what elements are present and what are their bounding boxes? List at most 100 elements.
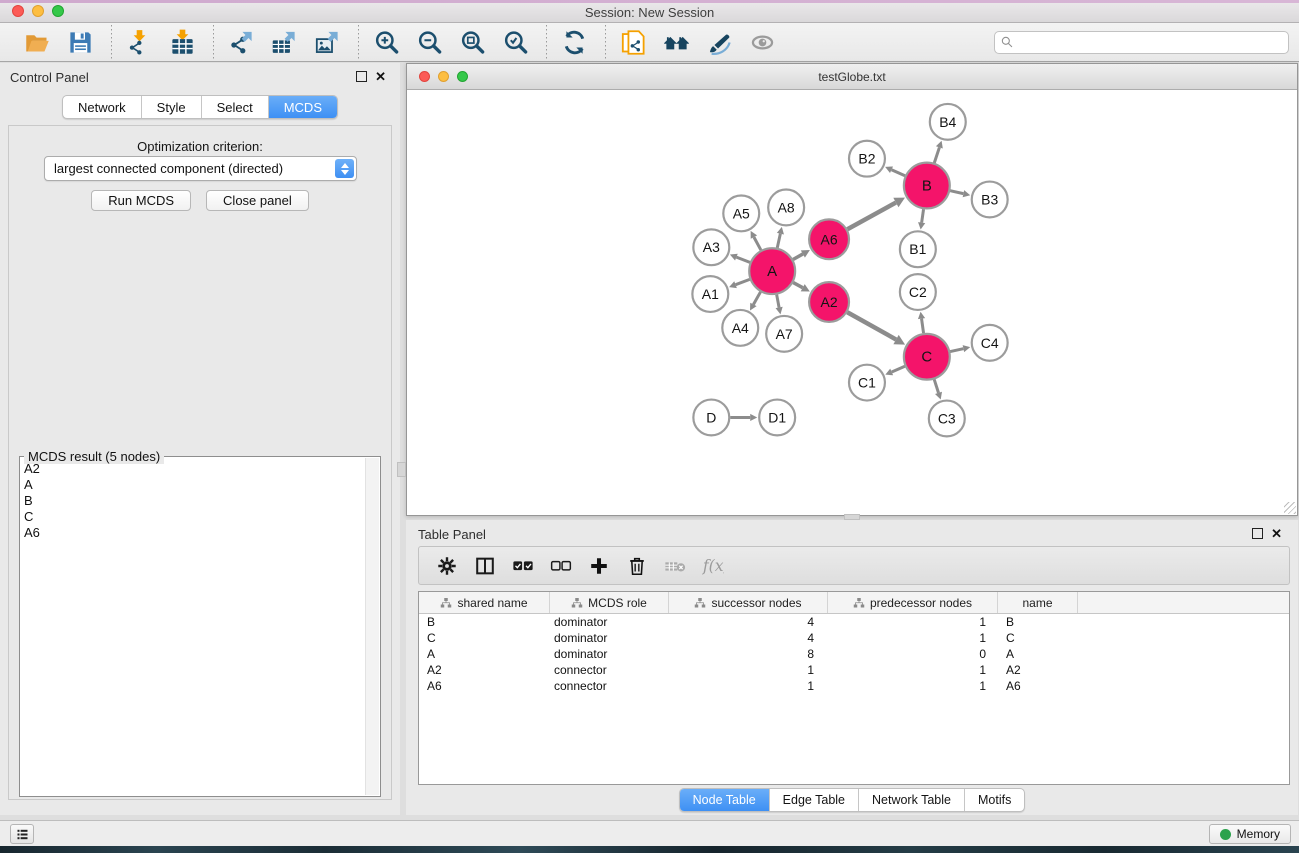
- node-label-B4: B4: [939, 114, 956, 130]
- memory-button[interactable]: Memory: [1209, 824, 1291, 844]
- arrowhead-icon: [963, 345, 971, 352]
- birds-eye-button[interactable]: [747, 26, 777, 58]
- export-table-button[interactable]: [269, 26, 299, 58]
- zoom-selected-button[interactable]: [500, 26, 530, 58]
- node-label-B: B: [922, 178, 932, 195]
- node-label-A8: A8: [778, 199, 795, 215]
- network-graph[interactable]: B4B2BB3A5A8A6A3B1AC2A1A2A4A7C4CC1C3DD1: [408, 90, 1296, 514]
- tab-network[interactable]: Network: [63, 96, 141, 118]
- edge-B-B1[interactable]: [922, 209, 924, 222]
- open-session-button[interactable]: [22, 26, 52, 58]
- tab-select[interactable]: Select: [201, 96, 268, 118]
- chevron-down-icon: [341, 170, 349, 175]
- float-table-panel-icon[interactable]: [1252, 528, 1263, 539]
- edge-A6-B[interactable]: [847, 203, 895, 230]
- deselect-all-checkboxes-button[interactable]: [549, 554, 573, 578]
- column-header-predecessor-nodes[interactable]: predecessor nodes: [828, 592, 998, 613]
- edge-C-C1[interactable]: [892, 366, 905, 372]
- cell: 1: [828, 615, 998, 629]
- result-item[interactable]: C: [24, 509, 364, 525]
- save-session-button[interactable]: [65, 26, 95, 58]
- optimization-criterion-label: Optimization criterion:: [9, 139, 391, 154]
- cell: 1: [669, 679, 828, 693]
- edge-A2-C[interactable]: [847, 312, 896, 339]
- edge-A-A8[interactable]: [777, 234, 780, 248]
- search-input[interactable]: [1014, 33, 1283, 51]
- edge-C-C2[interactable]: [922, 319, 924, 333]
- export-network-button[interactable]: [226, 26, 256, 58]
- column-selector-button[interactable]: [473, 554, 497, 578]
- result-scrollbar[interactable]: [365, 458, 379, 795]
- table-tabs: Node TableEdge TableNetwork TableMotifs: [679, 788, 1026, 812]
- network-file-button[interactable]: [618, 26, 648, 58]
- edge-A-A1[interactable]: [736, 279, 750, 284]
- tab-edge-table[interactable]: Edge Table: [769, 789, 858, 811]
- apply-layout-button[interactable]: [559, 26, 589, 58]
- tab-style[interactable]: Style: [141, 96, 201, 118]
- edge-B-B2[interactable]: [892, 170, 905, 176]
- edge-A-A6[interactable]: [793, 254, 803, 260]
- select-all-checkboxes-button[interactable]: [511, 554, 535, 578]
- mcds-buttons: Run MCDS Close panel: [9, 190, 391, 211]
- add-row-button[interactable]: [587, 554, 611, 578]
- table-row[interactable]: A2connector11A2: [419, 662, 1289, 678]
- edge-C-C4[interactable]: [950, 349, 963, 352]
- import-network-button[interactable]: [124, 26, 154, 58]
- zoom-selected-icon: [502, 29, 529, 56]
- delete-row-button[interactable]: [625, 554, 649, 578]
- column-header-successor-nodes[interactable]: successor nodes: [669, 592, 828, 613]
- tab-node-table[interactable]: Node Table: [680, 789, 769, 811]
- graphics-details-button[interactable]: [704, 26, 734, 58]
- settings-button[interactable]: [435, 554, 459, 578]
- resize-grip[interactable]: [1284, 502, 1296, 514]
- column-selector-icon: [474, 555, 496, 577]
- table-row[interactable]: Bdominator41B: [419, 614, 1289, 630]
- zoom-in-button[interactable]: [371, 26, 401, 58]
- table-row[interactable]: Adominator80A: [419, 646, 1289, 662]
- select-all-checkboxes-icon: [512, 555, 534, 577]
- column-header-MCDS-role[interactable]: MCDS role: [550, 592, 669, 613]
- column-header-shared-name[interactable]: shared name: [419, 592, 550, 613]
- toolbar-separator: [213, 25, 214, 59]
- vertical-splitter-handle[interactable]: [397, 462, 406, 477]
- tab-network-table[interactable]: Network Table: [858, 789, 964, 811]
- optimization-criterion-select[interactable]: largest connected component (directed): [44, 156, 357, 181]
- result-item[interactable]: A2: [24, 461, 364, 477]
- table-row[interactable]: Cdominator41C: [419, 630, 1289, 646]
- column-header-name[interactable]: name: [998, 592, 1078, 613]
- close-table-panel-icon[interactable]: ✕: [1271, 529, 1282, 539]
- network-canvas[interactable]: B4B2BB3A5A8A6A3B1AC2A1A2A4A7C4CC1C3DD1: [408, 90, 1296, 514]
- close-panel-icon[interactable]: ✕: [375, 72, 386, 82]
- edge-A-A4[interactable]: [753, 292, 760, 305]
- edge-A-A5[interactable]: [754, 237, 761, 250]
- tab-mcds[interactable]: MCDS: [268, 96, 337, 118]
- edge-B-B3[interactable]: [950, 191, 963, 194]
- result-item[interactable]: A: [24, 477, 364, 493]
- show-panels-button[interactable]: [10, 824, 34, 844]
- close-panel-button[interactable]: Close panel: [206, 190, 309, 211]
- edge-A-A2[interactable]: [793, 283, 802, 288]
- edge-B-B4[interactable]: [934, 147, 939, 162]
- search-field[interactable]: [994, 31, 1289, 54]
- export-image-button[interactable]: [312, 26, 342, 58]
- result-item[interactable]: A6: [24, 525, 364, 541]
- arrowhead-icon: [776, 307, 783, 315]
- function-builder-button[interactable]: f(x): [701, 554, 725, 578]
- zoom-fit-button[interactable]: [457, 26, 487, 58]
- edge-A-A7[interactable]: [777, 295, 779, 308]
- import-table-button[interactable]: [167, 26, 197, 58]
- arrowhead-icon: [918, 312, 925, 319]
- table-row[interactable]: A6connector11A6: [419, 678, 1289, 694]
- home-button[interactable]: [661, 26, 691, 58]
- result-item[interactable]: B: [24, 493, 364, 509]
- edge-C-C3[interactable]: [934, 379, 938, 392]
- run-mcds-button[interactable]: Run MCDS: [91, 190, 191, 211]
- tree-icon: [853, 597, 865, 609]
- delete-table-button[interactable]: [663, 554, 687, 578]
- apply-layout-icon: [561, 29, 588, 56]
- float-panel-icon[interactable]: [356, 71, 367, 82]
- arrowhead-icon: [936, 141, 943, 149]
- zoom-out-button[interactable]: [414, 26, 444, 58]
- edge-A-A3[interactable]: [736, 257, 750, 262]
- tab-motifs[interactable]: Motifs: [964, 789, 1024, 811]
